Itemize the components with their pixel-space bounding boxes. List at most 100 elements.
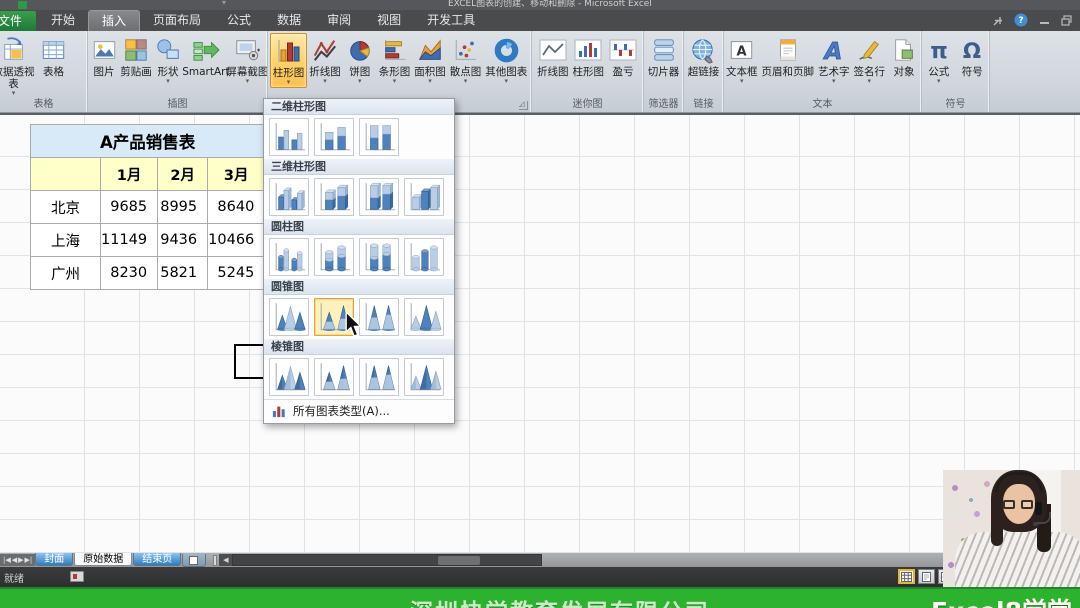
tab-8[interactable]: 开发工具 xyxy=(414,10,488,31)
clustered-cylinder-icon[interactable] xyxy=(269,238,309,276)
pin-ribbon-icon[interactable] xyxy=(991,13,1005,27)
sheet-nav-arrows[interactable]: |◀ ◀ ▶ ▶| xyxy=(0,554,36,566)
button-其他图表[interactable]: 其他图表 ▾ xyxy=(483,33,529,86)
data-cell[interactable]: 5821 xyxy=(157,256,209,290)
tab-5[interactable]: 数据 xyxy=(264,10,314,31)
button-折线图[interactable]: 折线图 xyxy=(535,33,571,79)
first-sheet-icon[interactable]: |◀ xyxy=(3,554,11,566)
button-剪贴画[interactable]: 剪贴画 xyxy=(120,33,152,79)
button-艺术字[interactable]: A 艺术字 ▾ xyxy=(816,33,852,86)
button-折线图[interactable]: 折线图 ▾ xyxy=(307,33,343,86)
dropdown-arrow-icon[interactable]: ▾ xyxy=(358,78,362,85)
next-sheet-icon[interactable]: ▶ xyxy=(18,554,23,566)
stacked100-column-icon[interactable] xyxy=(359,118,399,156)
stacked100-cylinder-icon[interactable] xyxy=(359,238,399,276)
dropdown-arrow-icon[interactable]: ▾ xyxy=(740,78,744,85)
button-散点图[interactable]: 散点图 ▾ xyxy=(448,33,484,86)
dropdown-arrow-icon[interactable]: ▾ xyxy=(287,79,291,86)
tab-2[interactable]: 插入 xyxy=(88,10,141,31)
column-header-1月[interactable]: 1月 xyxy=(99,157,159,191)
dropdown-arrow-icon[interactable]: ▾ xyxy=(323,78,327,85)
page-layout-view-button[interactable] xyxy=(918,569,935,584)
dropdown-arrow-icon[interactable]: ▾ xyxy=(832,78,836,85)
data-cell[interactable]: 11149 xyxy=(99,223,159,257)
sheet-tab-结束页[interactable]: 结束页 xyxy=(133,553,182,566)
stacked100-cone-icon[interactable] xyxy=(359,298,399,336)
tab-6[interactable]: 审阅 xyxy=(314,10,364,31)
button-签名行[interactable]: 签名行 ▾ xyxy=(852,33,888,86)
column-header-2月[interactable]: 2月 xyxy=(157,157,209,191)
button-SmartArt[interactable]: SmartArt xyxy=(182,33,230,79)
button-柱形图[interactable]: 柱形图 xyxy=(571,33,607,79)
button-数据透视表[interactable]: 数据透视表▾ xyxy=(0,33,37,98)
dropdown-arrow-icon[interactable]: ▾ xyxy=(246,78,250,85)
minimize-window-icon[interactable] xyxy=(1037,13,1051,27)
three-d-column-icon[interactable] xyxy=(404,178,444,216)
stacked-pyramid-icon[interactable] xyxy=(314,358,354,396)
tab-3[interactable]: 页面布局 xyxy=(140,10,214,31)
dropdown-arrow-icon[interactable]: ▾ xyxy=(464,78,468,85)
button-图片[interactable]: 图片 xyxy=(88,33,120,79)
button-对象[interactable]: 对象 xyxy=(887,33,921,79)
worksheet-grid[interactable]: A产品销售表 1月 2月 3月 北京 9685 8995 8640 上海 11149 9436 1… xyxy=(0,113,1080,553)
button-屏幕截图[interactable]: 屏幕截图 ▾ xyxy=(226,33,267,86)
clustered-pyramid-icon[interactable] xyxy=(269,358,309,396)
dropdown-arrow-icon[interactable]: ▾ xyxy=(504,78,508,85)
button-条形图[interactable]: 条形图 ▾ xyxy=(377,33,413,86)
data-cell[interactable]: 8995 xyxy=(157,190,209,224)
button-符号[interactable]: Ω 符号 xyxy=(956,33,990,79)
stacked-column-icon[interactable] xyxy=(314,118,354,156)
stacked-cylinder-icon[interactable] xyxy=(314,238,354,276)
button-形状[interactable]: 形状 ▾ xyxy=(152,33,184,86)
button-面积图[interactable]: 面积图 ▾ xyxy=(412,33,448,86)
button-饼图[interactable]: 饼图 ▾ xyxy=(343,33,377,86)
tab-7[interactable]: 视图 xyxy=(364,10,414,31)
button-柱形图[interactable]: 柱形图 ▾ xyxy=(269,33,308,88)
dropdown-arrow-icon[interactable]: ▾ xyxy=(12,90,16,97)
help-icon[interactable]: ? xyxy=(1014,13,1028,27)
dropdown-arrow-icon[interactable]: ▾ xyxy=(937,78,941,85)
button-公式[interactable]: π 公式 ▾ xyxy=(922,33,956,86)
tab-1[interactable]: 开始 xyxy=(38,10,88,31)
macro-record-icon[interactable] xyxy=(70,571,84,582)
stacked100-3d-column-icon[interactable] xyxy=(359,178,399,216)
normal-view-button[interactable] xyxy=(898,569,915,584)
button-超链接[interactable]: 超链接 xyxy=(686,33,722,79)
sheet-tab-封面[interactable]: 封面 xyxy=(35,553,74,566)
dropdown-arrow-icon[interactable]: ▾ xyxy=(393,78,397,85)
dialog-launcher-icon[interactable]: ◿ xyxy=(519,101,528,110)
data-cell[interactable]: 8640 xyxy=(207,190,266,224)
horizontal-scrollbar[interactable] xyxy=(232,554,543,566)
button-表格[interactable]: 表格 xyxy=(37,33,71,79)
tab-4[interactable]: 公式 xyxy=(214,10,264,31)
three-d-cylinder-icon[interactable] xyxy=(404,238,444,276)
button-页眉和页脚[interactable]: 页眉和页脚 xyxy=(760,33,817,79)
button-盈亏[interactable]: 盈亏 xyxy=(606,33,640,79)
stacked-3d-column-icon[interactable] xyxy=(314,178,354,216)
data-cell[interactable]: 9685 xyxy=(99,190,159,224)
clustered-cone-icon[interactable] xyxy=(269,298,309,336)
column-header-3月[interactable]: 3月 xyxy=(207,157,266,191)
table-corner-cell[interactable] xyxy=(30,157,101,191)
dropdown-arrow-icon[interactable]: ▾ xyxy=(867,78,871,85)
row-label-广州[interactable]: 广州 xyxy=(30,256,101,290)
data-cell[interactable]: 5245 xyxy=(207,256,266,290)
button-文本框[interactable]: A 文本框 ▾ xyxy=(724,33,760,86)
all-chart-types-item[interactable]: 所有图表类型(A)... xyxy=(264,399,454,422)
button-切片器[interactable]: 切片器 xyxy=(646,33,682,79)
insert-worksheet-tab[interactable] xyxy=(182,553,207,567)
prev-sheet-icon[interactable]: ◀ xyxy=(12,554,17,566)
sheet-tab-原始数据[interactable]: 原始数据 xyxy=(74,553,133,566)
restore-window-icon[interactable] xyxy=(1060,13,1074,27)
data-cell[interactable]: 10466 xyxy=(207,223,266,257)
data-cell[interactable]: 9436 xyxy=(157,223,209,257)
scrollbar-thumb[interactable] xyxy=(438,556,481,565)
three-d-cone-icon[interactable] xyxy=(404,298,444,336)
data-cell[interactable]: 8230 xyxy=(99,256,159,290)
stacked100-pyramid-icon[interactable] xyxy=(359,358,399,396)
row-label-北京[interactable]: 北京 xyxy=(30,190,101,224)
scroll-left-icon[interactable]: ◀ xyxy=(219,554,233,566)
clustered-3d-column-icon[interactable] xyxy=(269,178,309,216)
tab-file[interactable]: 文件 xyxy=(0,11,36,31)
dropdown-arrow-icon[interactable]: ▾ xyxy=(166,78,170,85)
